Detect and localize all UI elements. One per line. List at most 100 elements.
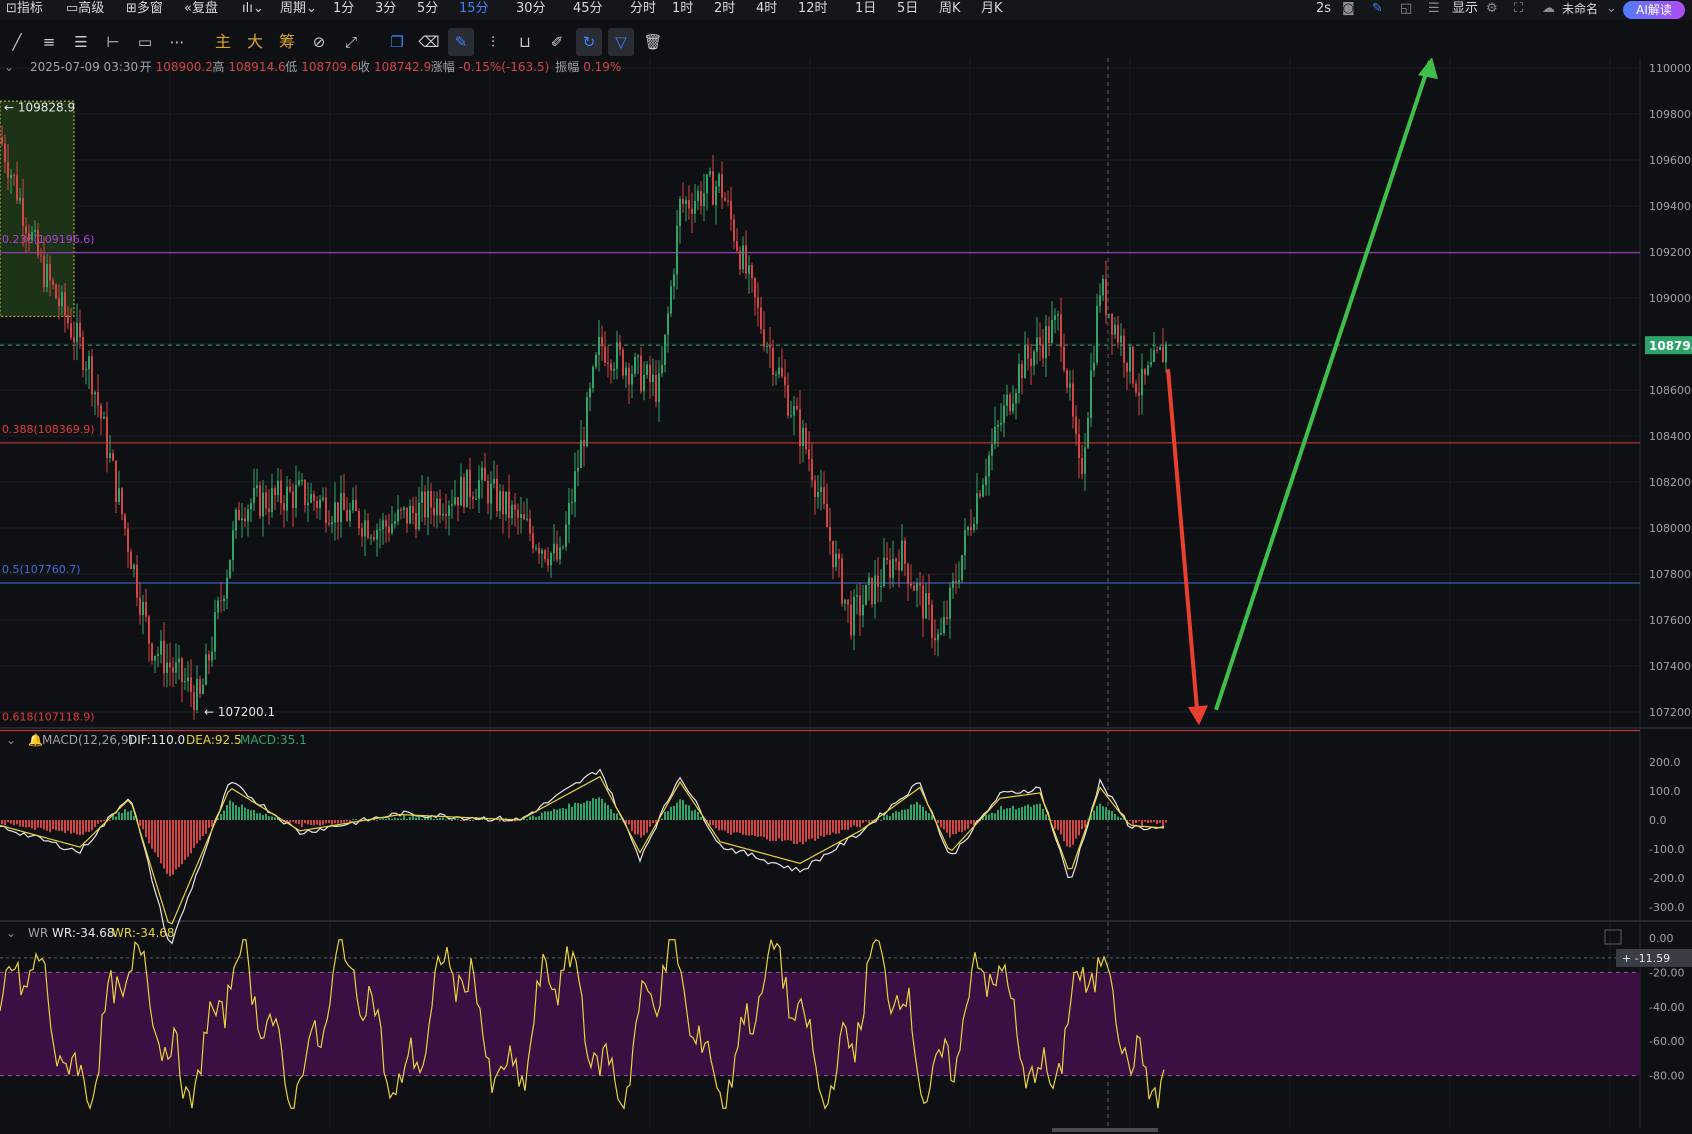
measure-icon[interactable]: ⤢: [338, 28, 364, 56]
candle-body: [82, 337, 84, 371]
lock-icon[interactable]: ⊔: [512, 28, 538, 56]
period-tab-2[interactable]: 5分: [417, 0, 438, 20]
pencil-icon[interactable]: ✎: [1372, 0, 1383, 20]
copy-icon[interactable]: ❐: [384, 28, 410, 56]
period-tab-5[interactable]: 45分: [573, 0, 603, 20]
trash-icon[interactable]: 🗑: [640, 28, 666, 56]
macd-bar: [328, 820, 330, 823]
fullscreen-icon[interactable]: ⛶: [1514, 0, 1523, 20]
no-signal-icon[interactable]: ⊘: [306, 28, 332, 56]
candle-body: [982, 484, 984, 497]
candle-body: [598, 336, 600, 355]
candle-body: [304, 480, 306, 506]
big-order-overlay-button[interactable]: 大: [242, 28, 268, 56]
period-tab-1[interactable]: 3分: [375, 0, 396, 20]
period-tab-10[interactable]: 12时: [798, 0, 828, 20]
multi-window-button[interactable]: ⊞多窗: [126, 0, 163, 20]
candle-body: [277, 480, 279, 496]
candle-body: [1057, 314, 1059, 316]
candle-body: [787, 385, 789, 416]
period-tab-0[interactable]: 1分: [333, 0, 354, 20]
macd-bar: [253, 810, 255, 820]
period-tab-6[interactable]: 分时: [630, 0, 656, 20]
draw-mode-icon[interactable]: ✎: [448, 28, 474, 56]
macd-dif: DIF:110.0: [128, 733, 185, 747]
candle-body: [1009, 394, 1011, 412]
macd-bar: [337, 820, 339, 824]
macd-tick-2: 0.0: [1649, 814, 1667, 827]
macd-bar: [10, 820, 12, 824]
rectangle-tool-icon[interactable]: ▭: [132, 28, 158, 56]
candle-body: [871, 577, 873, 605]
period-tab-7[interactable]: 1时: [672, 0, 693, 20]
bell-icon: 🔔: [28, 733, 43, 747]
refresh-interval[interactable]: 2s: [1316, 0, 1331, 20]
macd-bar: [946, 820, 948, 833]
candle-body: [211, 651, 213, 661]
candle-body: [718, 174, 720, 187]
parallel-tool-icon[interactable]: ≡: [36, 28, 62, 56]
macd-bar: [580, 803, 582, 820]
candle-body: [970, 527, 972, 530]
main-overlay-button[interactable]: 主: [210, 28, 236, 56]
layout-chevron-icon[interactable]: ⌄: [1606, 0, 1617, 20]
candle-body: [250, 503, 252, 510]
period-tab-4[interactable]: 30分: [516, 0, 546, 20]
wr-crosshair-value: + -11.59: [1622, 952, 1670, 965]
macd-bar: [61, 820, 63, 832]
layout-name[interactable]: 未命名: [1562, 0, 1598, 20]
window-icon[interactable]: ◱: [1400, 0, 1412, 20]
macd-bar: [955, 820, 957, 834]
macd-bar: [436, 818, 438, 820]
candle-icon[interactable]: ⫶: [480, 28, 506, 56]
macd-bar: [223, 810, 225, 820]
period-tab-14[interactable]: 月K: [981, 0, 1003, 20]
macd-bar: [757, 820, 759, 837]
period-dropdown[interactable]: 周期⌄: [280, 0, 317, 20]
candle-body: [985, 476, 987, 485]
candle-body: [433, 507, 435, 516]
ai-interpret-button[interactable]: AI解读: [1623, 1, 1685, 19]
candle-body: [1105, 278, 1107, 315]
macd-bar: [220, 814, 222, 820]
magnet-icon[interactable]: ↻: [576, 28, 602, 56]
candle-body: [361, 528, 363, 537]
high-extreme-label: ← 109828.9: [4, 100, 75, 114]
list-icon[interactable]: ☰: [1428, 0, 1440, 20]
period-tab-13[interactable]: 周K: [939, 0, 961, 20]
horizontal-ray-icon[interactable]: ⊢: [100, 28, 126, 56]
advanced-button[interactable]: ▭高级: [66, 0, 104, 20]
horizontal-lines-icon[interactable]: ☰: [68, 28, 94, 56]
period-tab-8[interactable]: 2时: [714, 0, 735, 20]
candle-body: [1135, 383, 1137, 393]
camera-icon[interactable]: ◙: [1342, 0, 1355, 20]
macd-bar: [646, 820, 648, 833]
macd-bar: [721, 820, 723, 831]
period-tab-11[interactable]: 1日: [855, 0, 876, 20]
candle-body: [421, 491, 423, 503]
macd-bar: [406, 818, 408, 820]
filter-icon[interactable]: ▽: [608, 28, 634, 56]
trading-chart[interactable]: 0.236(109196.6) 0.388(108369.9) 0.5(107760…: [0, 58, 1692, 1134]
indicator-button[interactable]: ⊡指标: [6, 0, 43, 20]
display-button[interactable]: 显示: [1452, 0, 1478, 20]
macd-bar: [553, 808, 555, 820]
macd-bar: [649, 820, 651, 827]
line-tool-icon[interactable]: ╱: [4, 28, 30, 56]
period-tab-9[interactable]: 4时: [756, 0, 777, 20]
macd-bar: [913, 804, 915, 820]
candle-body: [793, 406, 795, 416]
settings-icon[interactable]: ⚙: [1486, 0, 1498, 20]
eraser-icon[interactable]: ⌫: [416, 28, 442, 56]
chip-overlay-button[interactable]: 筹: [274, 28, 300, 56]
edit-icon[interactable]: ✐: [544, 28, 570, 56]
period-tab-3[interactable]: 15分: [459, 0, 489, 20]
more-icon[interactable]: ⋯: [164, 28, 190, 56]
replay-button[interactable]: «复盘: [184, 0, 218, 20]
period-tab-12[interactable]: 5日: [897, 0, 918, 20]
chart-type-button[interactable]: ılı⌄: [242, 0, 264, 20]
macd-bar: [586, 800, 588, 820]
macd-bar: [58, 820, 60, 831]
candle-body: [1042, 344, 1044, 359]
macd-bar: [1132, 820, 1134, 825]
